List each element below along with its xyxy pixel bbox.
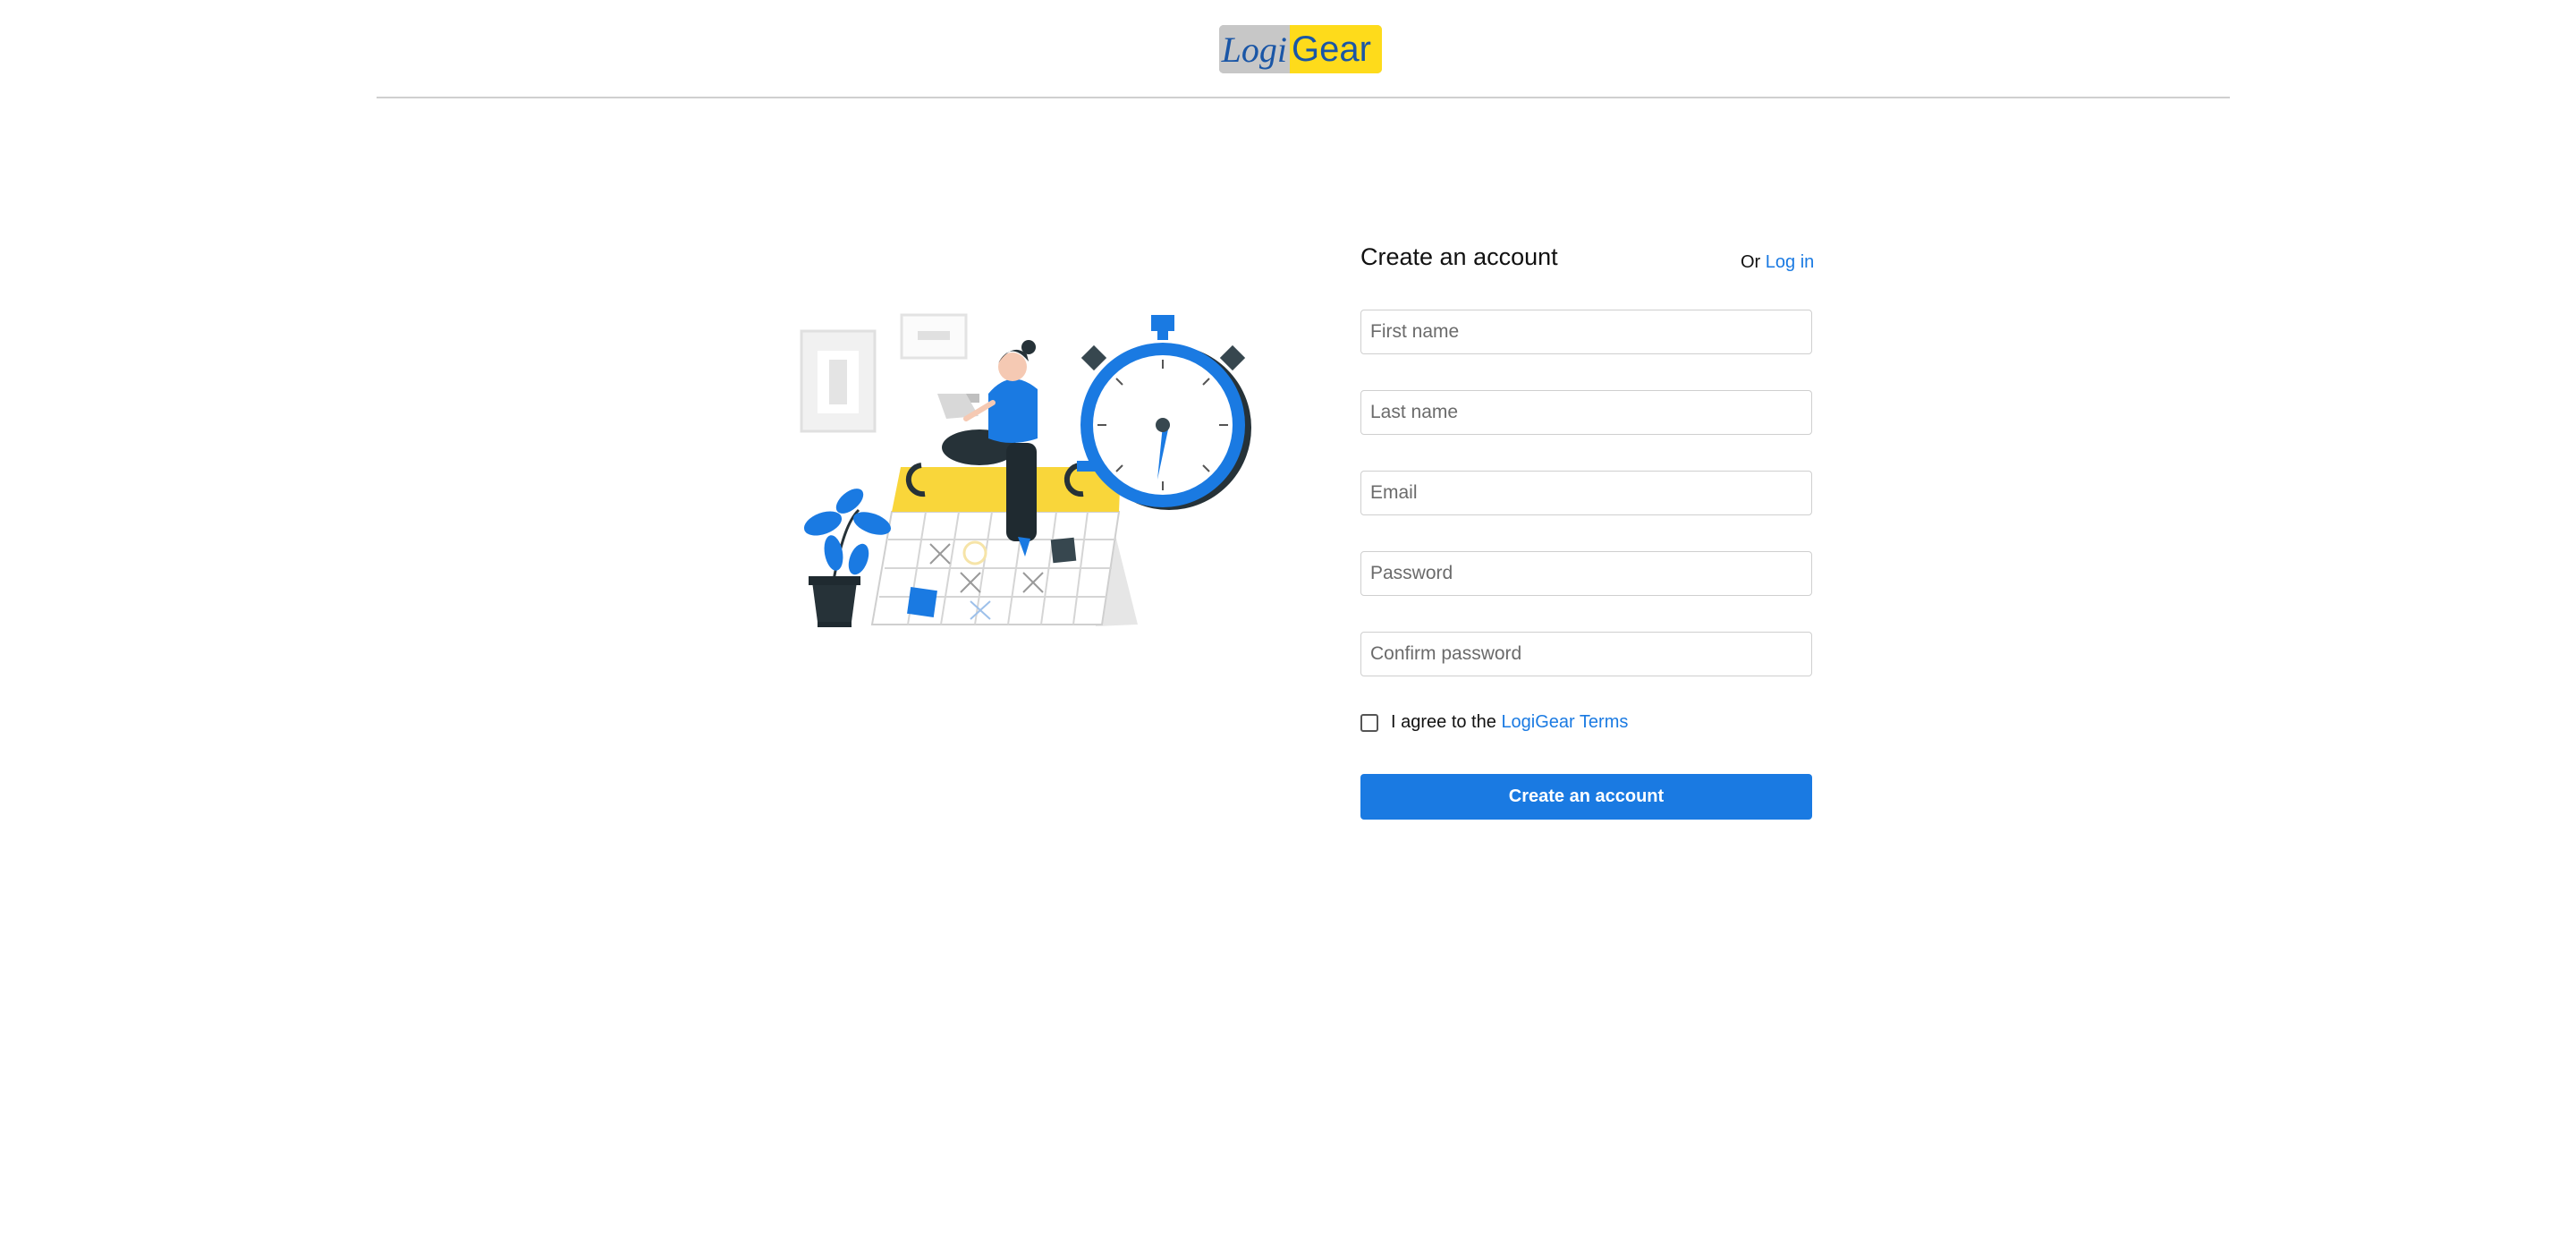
login-prefix: Or [1741,252,1761,272]
header-divider [377,97,2230,98]
login-link[interactable]: Log in [1766,252,1815,272]
logo-text-left: Logi [1219,25,1290,73]
password-input[interactable] [1360,551,1812,596]
terms-link[interactable]: LogiGear Terms [1501,712,1628,733]
logigear-logo[interactable]: Logi Gear [1219,25,1382,73]
first-name-input[interactable] [1360,310,1812,354]
terms-checkbox[interactable] [1360,713,1378,732]
create-account-button[interactable]: Create an account [1360,774,1812,820]
logo-text-right: Gear [1290,25,1382,73]
terms-row: I agree to the LogiGear Terms [1360,712,1628,733]
confirm-password-input[interactable] [1360,632,1812,676]
last-name-input[interactable] [1360,390,1812,435]
form-title: Create an account [1360,243,1558,270]
email-input[interactable] [1360,471,1812,515]
login-prompt: Or Log in [1741,252,1814,273]
terms-prefix: I agree to the [1391,712,1496,732]
calendar-stopwatch-illustration [800,313,1251,627]
